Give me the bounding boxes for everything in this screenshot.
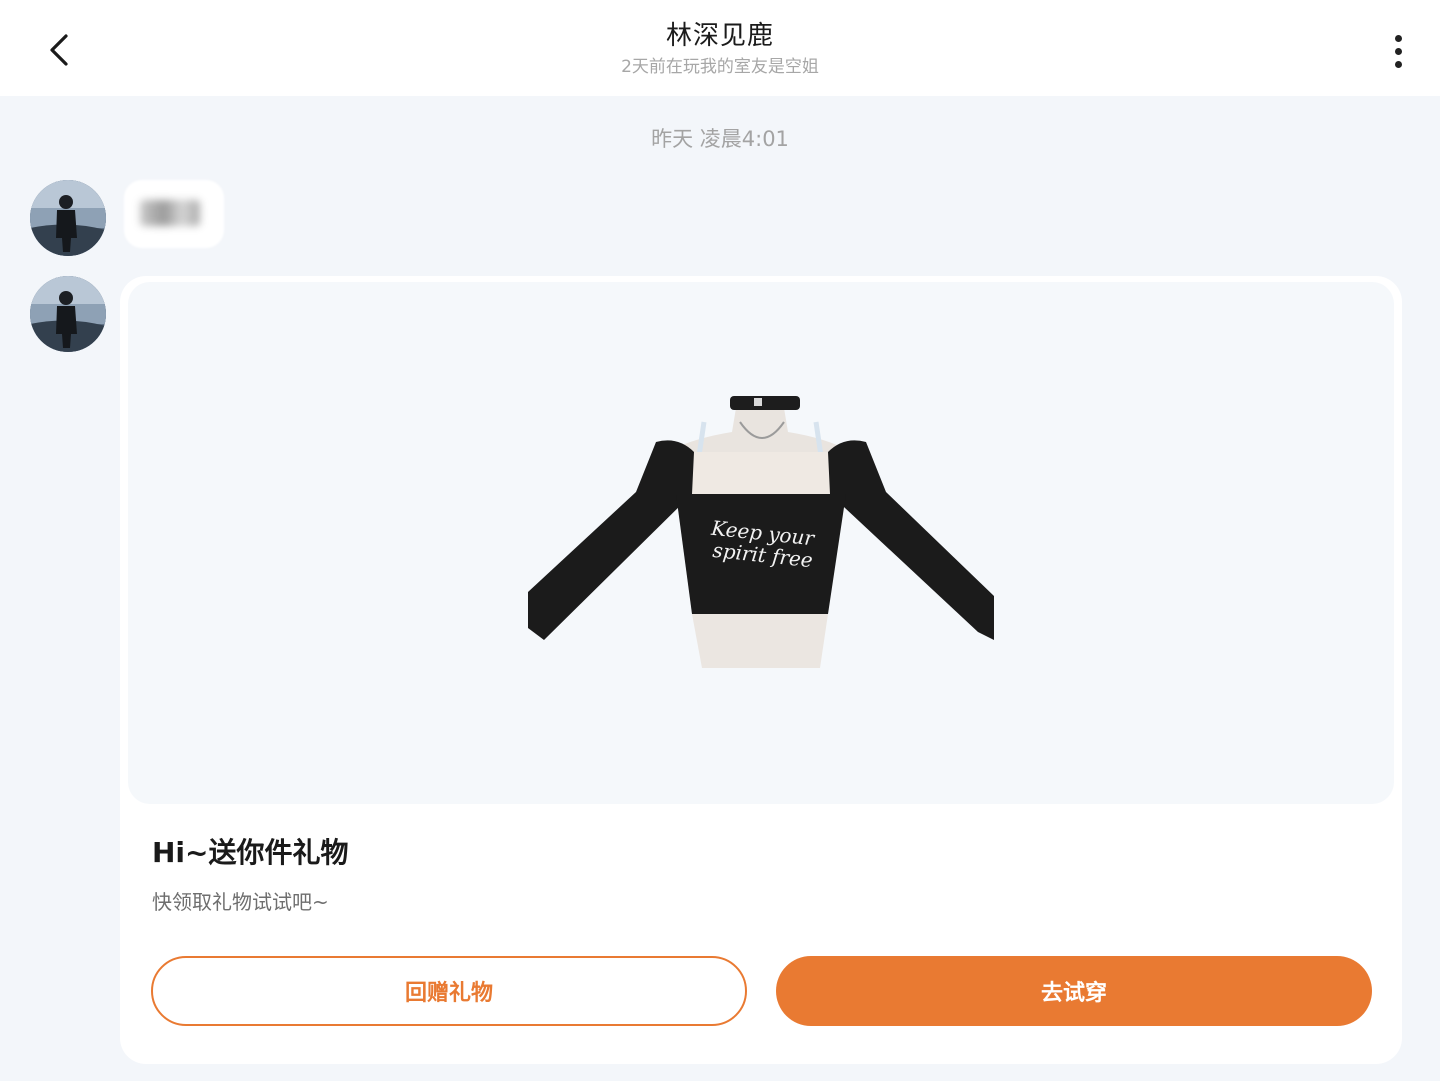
avatar-photo bbox=[30, 180, 106, 256]
avatar[interactable] bbox=[30, 276, 106, 352]
chat-header: 林深见鹿 2天前在玩我的室友是空姐 bbox=[0, 0, 1440, 96]
gift-image: Keep your spirit free bbox=[128, 282, 1394, 804]
redacted-content bbox=[140, 200, 200, 226]
gift-description: 快领取礼物试试吧~ bbox=[152, 890, 329, 914]
more-vertical-icon bbox=[1394, 34, 1402, 42]
gift-card[interactable]: Keep your spirit free Hi~送你件礼物 快领取礼物试试吧~… bbox=[120, 276, 1402, 1064]
avatar[interactable] bbox=[30, 180, 106, 256]
avatar-photo bbox=[30, 276, 106, 352]
try-on-button[interactable]: 去试穿 bbox=[776, 956, 1372, 1026]
back-button[interactable] bbox=[36, 26, 84, 74]
message-bubble-redacted[interactable] bbox=[124, 180, 224, 248]
chevron-left-icon bbox=[50, 34, 68, 66]
title-block: 林深见鹿 2天前在玩我的室友是空姐 bbox=[420, 18, 1020, 80]
more-button[interactable] bbox=[1378, 26, 1418, 76]
chat-subtitle: 2天前在玩我的室友是空姐 bbox=[621, 57, 819, 77]
gift-shirt-image: Keep your spirit free bbox=[528, 396, 994, 668]
return-gift-button[interactable]: 回赠礼物 bbox=[151, 956, 747, 1026]
chat-title: 林深见鹿 bbox=[665, 21, 774, 51]
gift-title: Hi~送你件礼物 bbox=[152, 836, 349, 869]
message-timestamp: 昨天 凌晨4:01 bbox=[651, 127, 789, 151]
